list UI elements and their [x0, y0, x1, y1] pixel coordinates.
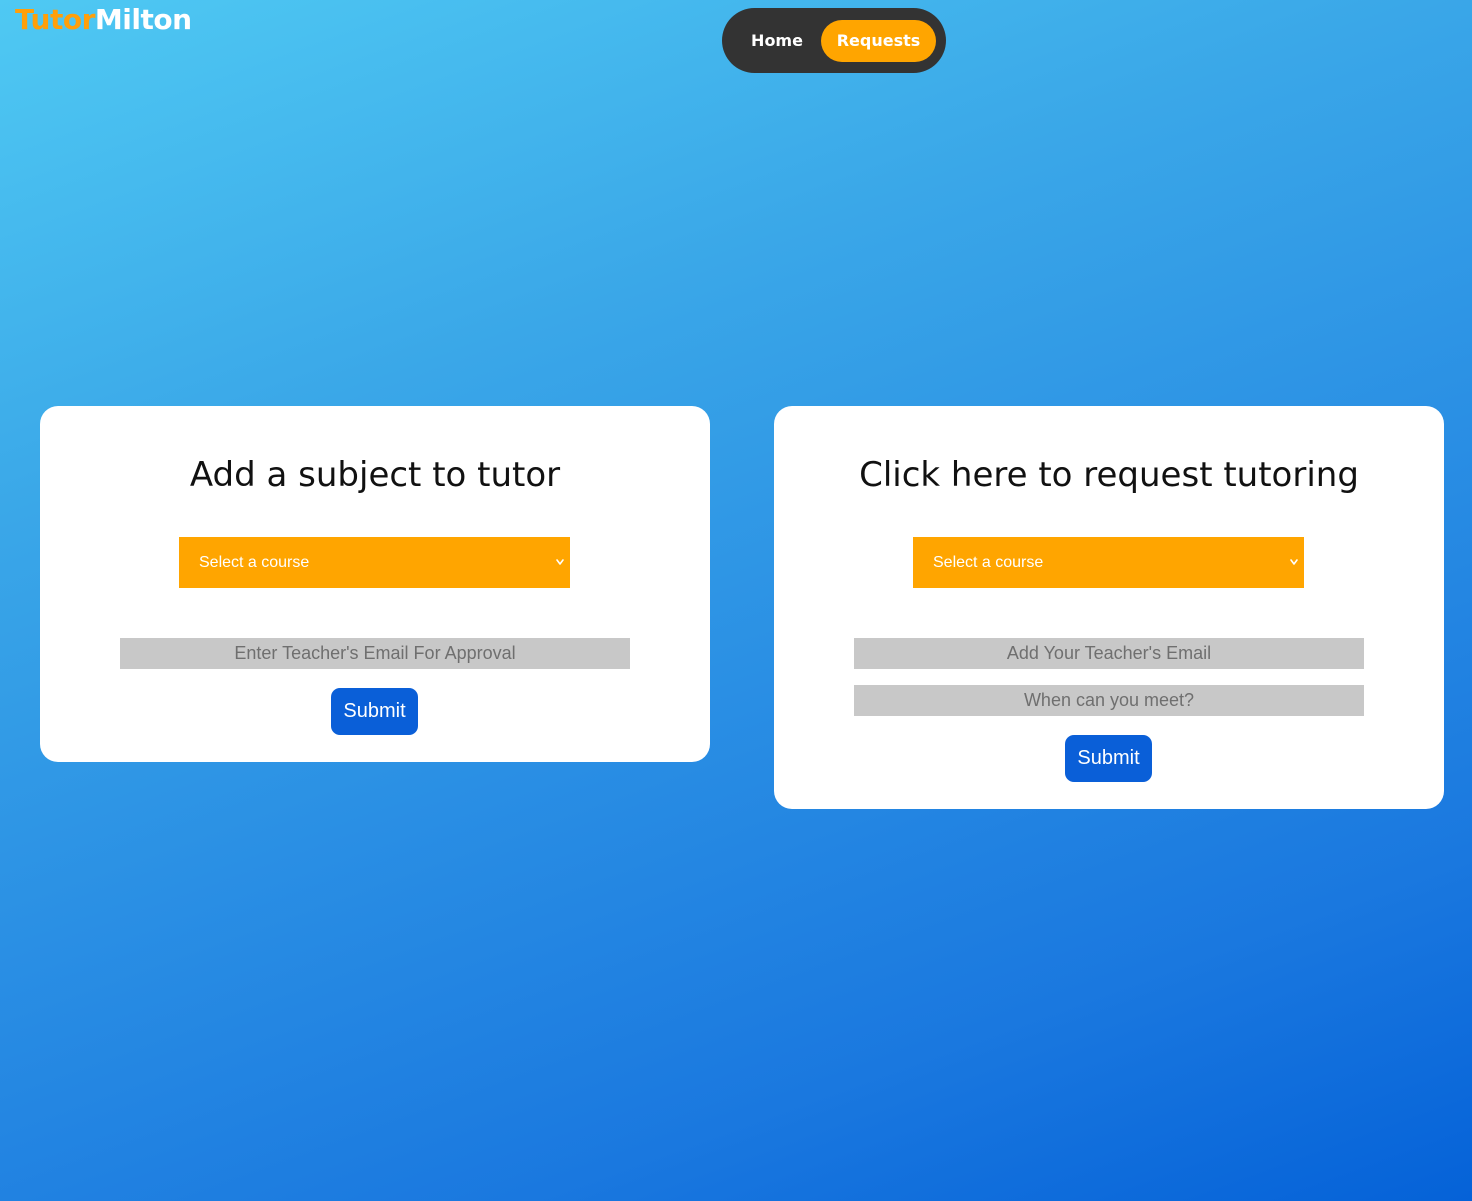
- teacher-email-input[interactable]: [854, 638, 1364, 669]
- request-tutoring-card: Click here to request tutoring Select a …: [774, 406, 1444, 809]
- brand-logo[interactable]: TutorMilton: [15, 3, 192, 37]
- chevron-down-icon: [555, 537, 565, 610]
- tutor-course-select-value: Select a course: [199, 554, 310, 571]
- request-course-select-value: Select a course: [933, 554, 1044, 571]
- meeting-time-input[interactable]: [854, 685, 1364, 716]
- tutor-course-select[interactable]: Select a course: [179, 537, 570, 588]
- add-subject-submit-button[interactable]: Submit: [331, 688, 418, 735]
- request-course-select[interactable]: Select a course: [913, 537, 1304, 588]
- add-subject-card: Add a subject to tutor Select a course S…: [40, 406, 710, 762]
- chevron-down-icon: [1289, 537, 1299, 610]
- teacher-approval-email-input[interactable]: [120, 638, 630, 669]
- add-subject-title: Add a subject to tutor: [189, 455, 561, 495]
- nav-home-link[interactable]: Home: [742, 20, 812, 62]
- request-tutoring-title: Click here to request tutoring: [859, 455, 1359, 495]
- main-nav: Home Requests: [722, 8, 946, 73]
- brand-logo-part1: Tutor: [15, 3, 95, 36]
- request-tutoring-submit-button[interactable]: Submit: [1065, 735, 1152, 782]
- brand-logo-part2: Milton: [94, 3, 192, 36]
- nav-requests-link[interactable]: Requests: [821, 20, 936, 62]
